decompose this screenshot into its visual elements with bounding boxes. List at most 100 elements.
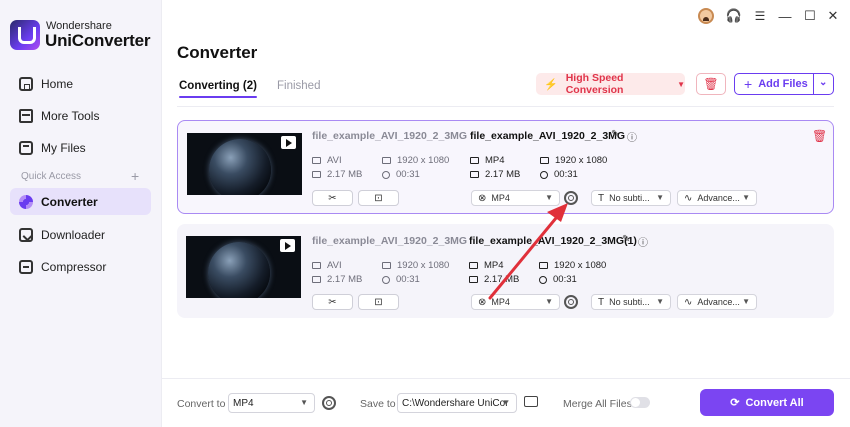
high-speed-label: High Speed Conversion	[565, 72, 624, 96]
sidebar-item-converter[interactable]: Converter	[10, 188, 151, 215]
save-to-value: C:\Wondershare UniCor	[402, 397, 509, 409]
source-format-value: AVI	[327, 260, 342, 271]
sidebar-item-label: Downloader	[41, 227, 106, 242]
sidebar-item-more-tools[interactable]: More Tools	[10, 102, 151, 129]
info-icon[interactable]: ⓘ	[638, 234, 648, 249]
sidebar-item-label: More Tools	[41, 108, 100, 123]
target-duration: 00:31	[540, 169, 578, 180]
crop-icon: ⊡	[374, 296, 383, 308]
video-thumbnail[interactable]	[187, 133, 302, 195]
convert-icon: ⟳	[730, 397, 740, 409]
trim-button[interactable]: ✂	[312, 190, 353, 206]
target-resolution: 1920 x 1080	[540, 155, 607, 166]
file-card[interactable]: file_example_AVI_1920_2_3MG AVI 1920 x 1…	[177, 224, 834, 318]
merge-all-files-label: Merge All Files	[563, 398, 632, 410]
trash-icon[interactable]: 🗑	[812, 129, 827, 143]
source-duration-value: 00:31	[396, 274, 420, 285]
convert-to-label: Convert to	[177, 398, 226, 410]
uniconverter-logo-icon	[10, 20, 40, 50]
audio-select[interactable]: ∿ Advance... ▼	[677, 294, 757, 310]
earth-image	[208, 242, 270, 298]
source-duration: 00:31	[382, 274, 420, 285]
sidebar-item-downloader[interactable]: Downloader	[10, 221, 151, 248]
chevron-down-icon: ▼	[742, 297, 750, 306]
info-icon[interactable]: ⓘ	[627, 129, 637, 144]
convert-to-select[interactable]: MP4 ▼	[228, 393, 315, 413]
target-duration: 00:31	[539, 274, 577, 285]
maximize-icon[interactable]: ☐	[803, 8, 817, 24]
settings-gear-icon[interactable]	[322, 396, 336, 410]
home-icon	[19, 76, 33, 91]
clock-icon	[382, 170, 390, 179]
source-duration: 00:31	[382, 169, 420, 180]
sidebar-item-compressor[interactable]: Compressor	[10, 253, 151, 280]
format-select-value: MP4	[491, 297, 510, 307]
sidebar-item-my-files[interactable]: My Files	[10, 134, 151, 161]
video-icon	[470, 157, 479, 164]
audio-select-value: Advance...	[697, 193, 740, 203]
chevron-down-icon[interactable]: ⌄	[819, 77, 827, 88]
sidebar-item-home[interactable]: Home	[10, 70, 151, 97]
close-icon[interactable]: ✕	[826, 8, 840, 24]
sidebar: Wondershare UniConverter Home More Tools…	[0, 0, 162, 427]
crop-button[interactable]: ⊡	[358, 294, 399, 310]
merge-all-files-toggle[interactable]	[630, 397, 650, 408]
convert-all-label: Convert All	[745, 396, 804, 409]
quick-access-add-icon[interactable]: +	[131, 168, 139, 184]
sidebar-item-label: Converter	[41, 194, 98, 209]
format-select[interactable]: ⊗ MP4 ▼	[471, 190, 560, 206]
target-duration-value: 00:31	[553, 274, 577, 285]
text-icon: T	[598, 192, 605, 204]
save-to-select[interactable]: C:\Wondershare UniCor ▼	[397, 393, 517, 413]
crop-icon: ⊡	[374, 192, 383, 204]
source-file-name: file_example_AVI_1920_2_3MG	[312, 235, 468, 247]
edit-icon[interactable]: ✎	[611, 129, 619, 140]
target-resolution-value: 1920 x 1080	[555, 155, 608, 166]
source-size: 2.17 MB	[312, 274, 362, 285]
settings-gear-icon[interactable]	[564, 191, 578, 205]
avatar[interactable]	[698, 8, 714, 24]
subtitle-select[interactable]: T No subti... ▼	[591, 190, 671, 206]
play-icon[interactable]	[281, 136, 296, 149]
source-resolution-value: 1920 x 1080	[397, 260, 450, 271]
video-thumbnail[interactable]	[186, 236, 301, 298]
file-icon	[469, 276, 478, 283]
settings-gear-icon[interactable]	[564, 295, 578, 309]
compress-icon	[19, 259, 33, 274]
chevron-down-icon: ▼	[545, 193, 553, 202]
play-icon[interactable]	[280, 239, 295, 252]
audio-select[interactable]: ∿ Advance... ▼	[677, 190, 757, 206]
high-speed-conversion-button[interactable]: ⚡ High Speed Conversion ▼	[536, 72, 685, 96]
resolution-icon	[382, 262, 391, 269]
source-format: AVI	[312, 260, 342, 271]
add-files-label: Add Files	[758, 78, 808, 90]
edit-icon[interactable]: ✎	[622, 234, 630, 245]
target-format-value: MP4	[484, 260, 504, 271]
subtitle-select[interactable]: T No subti... ▼	[591, 294, 671, 310]
convert-all-button[interactable]: ⟳ Convert All	[700, 389, 834, 416]
folder-icon[interactable]	[524, 396, 538, 407]
divider	[177, 106, 834, 107]
video-icon	[469, 262, 478, 269]
chevron-down-icon: ▼	[656, 193, 664, 202]
add-files-button[interactable]: + Add Files ⌄	[734, 73, 834, 95]
target-duration-value: 00:31	[554, 169, 578, 180]
sidebar-item-label: Compressor	[41, 259, 107, 274]
format-select-value: MP4	[491, 193, 510, 203]
format-select[interactable]: ⊗ MP4 ▼	[471, 294, 560, 310]
headset-icon[interactable]: 🎧	[726, 8, 742, 24]
trash-icon: 🗑	[703, 77, 719, 91]
delete-all-button[interactable]: 🗑	[696, 73, 726, 95]
minimize-icon[interactable]: —	[778, 8, 792, 24]
trim-button[interactable]: ✂	[312, 294, 353, 310]
page-title: Converter	[177, 43, 258, 62]
menu-icon[interactable]: ☰	[753, 8, 767, 24]
divider	[162, 378, 850, 379]
file-card[interactable]: file_example_AVI_1920_2_3MG AVI 1920 x 1…	[177, 120, 834, 214]
clock-icon	[539, 275, 547, 284]
crop-button[interactable]: ⊡	[358, 190, 399, 206]
target-format: MP4	[470, 155, 505, 166]
tab-finished[interactable]: Finished	[277, 80, 320, 92]
chevron-down-icon: ▼	[677, 79, 685, 89]
tab-converting[interactable]: Converting (2)	[179, 80, 257, 98]
